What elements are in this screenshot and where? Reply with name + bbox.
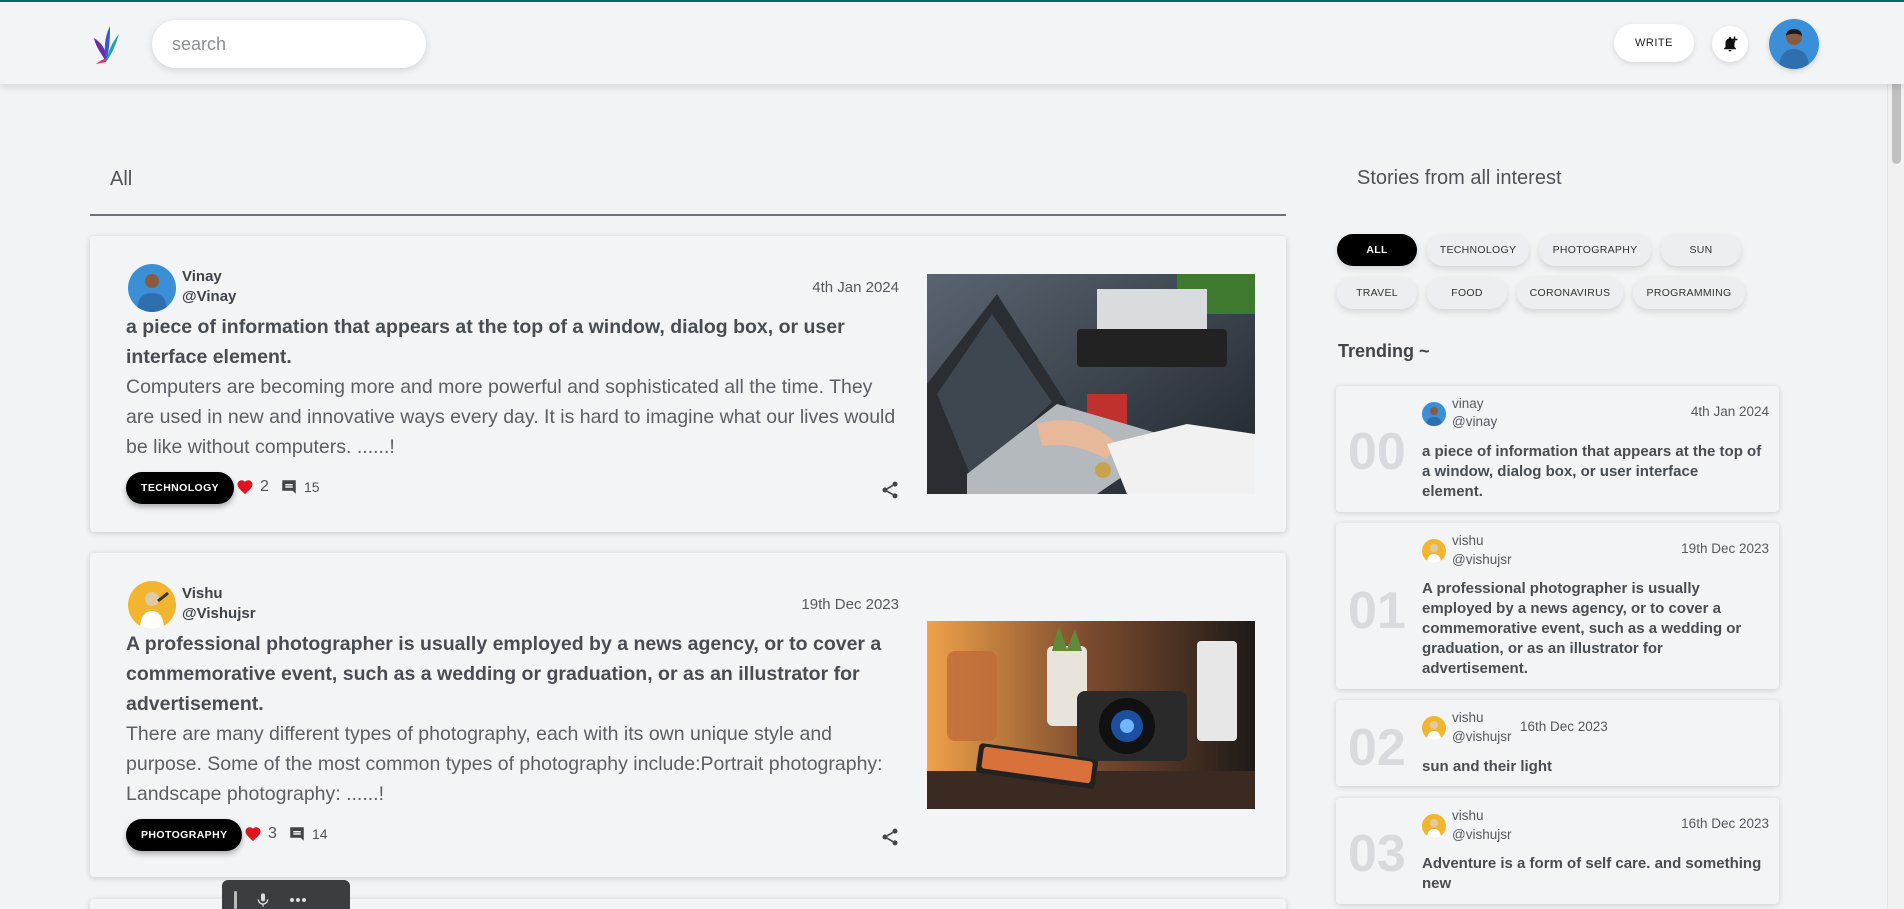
- comment-count-value: 14: [312, 826, 328, 842]
- comment-count-value: 15: [304, 479, 320, 495]
- post-title[interactable]: a piece of information that appears at t…: [126, 312, 896, 372]
- post-card[interactable]: Vishu @Vishujsr 19th Dec 2023 A professi…: [90, 553, 1286, 877]
- trending-author-handle: @vishujsr: [1452, 729, 1512, 744]
- post-tag[interactable]: TECHNOLOGY: [126, 472, 235, 504]
- trending-rank: 00: [1348, 423, 1406, 481]
- post-tag[interactable]: PHOTOGRAPHY: [126, 819, 243, 851]
- trending-date: 16th Dec 2023: [1681, 816, 1769, 831]
- user-avatar[interactable]: [1769, 19, 1819, 69]
- post-image[interactable]: [927, 621, 1255, 809]
- camera-photo: [927, 621, 1255, 809]
- share-icon[interactable]: [880, 827, 900, 847]
- page-scrollbar[interactable]: [1887, 2, 1904, 909]
- author-avatar[interactable]: [128, 264, 176, 312]
- trending-date: 16th Dec 2023: [1520, 719, 1608, 734]
- author-name[interactable]: Vinay: [182, 268, 222, 285]
- trending-rank: 03: [1348, 825, 1406, 883]
- trending-author-name[interactable]: vishu: [1452, 710, 1484, 725]
- author-handle: @Vishujsr: [182, 605, 256, 622]
- trending-author-name[interactable]: vinay: [1452, 396, 1484, 411]
- trending-author-handle: @vinay: [1452, 414, 1498, 429]
- top-header: WRITE: [0, 2, 1904, 84]
- post-card[interactable]: Vinay @Vinay 4th Jan 2024 a piece of inf…: [90, 236, 1286, 532]
- sidebar-title: Stories from all interest: [1357, 167, 1562, 189]
- like-count[interactable]: 3: [244, 825, 277, 843]
- post-date: 19th Dec 2023: [801, 596, 899, 613]
- feed-tab-label: All: [110, 168, 133, 190]
- comment-count[interactable]: 15: [280, 478, 320, 496]
- post-image[interactable]: [927, 274, 1255, 494]
- post-excerpt: Computers are becoming more and more pow…: [126, 376, 896, 458]
- chip-travel[interactable]: TRAVEL: [1337, 277, 1417, 309]
- chip-coronavirus[interactable]: CORONAVIRUS: [1517, 277, 1623, 309]
- trending-rank: 01: [1348, 582, 1406, 640]
- avatar-image: [1422, 539, 1446, 563]
- chip-programming[interactable]: PROGRAMMING: [1633, 277, 1745, 309]
- avatar-image: [1422, 402, 1446, 426]
- mic-icon[interactable]: [255, 891, 271, 909]
- trending-avatar[interactable]: [1422, 539, 1446, 563]
- author-name[interactable]: Vishu: [182, 585, 223, 602]
- share-icon[interactable]: [880, 480, 900, 500]
- avatar-image: [128, 264, 176, 312]
- heart-icon: [245, 827, 261, 842]
- comment-icon: [290, 827, 304, 841]
- trending-title[interactable]: A professional photographer is usually e…: [1422, 579, 1762, 679]
- avatar-image: [1422, 716, 1446, 740]
- trending-author-name[interactable]: vishu: [1452, 808, 1484, 823]
- trending-item[interactable]: 00 vinay @vinay 4th Jan 2024 a piece of …: [1336, 386, 1779, 512]
- trending-author-name[interactable]: vishu: [1452, 533, 1484, 548]
- trending-item[interactable]: 02 vishu @vishujsr 16th Dec 2023 sun and…: [1336, 700, 1779, 786]
- trending-author-handle: @vishujsr: [1452, 552, 1512, 567]
- trending-avatar[interactable]: [1422, 402, 1446, 426]
- trending-rank: 02: [1348, 719, 1406, 777]
- chip-technology[interactable]: TECHNOLOGY: [1427, 234, 1529, 266]
- trending-avatar[interactable]: [1422, 716, 1446, 740]
- feed-tab-all[interactable]: All: [90, 122, 1286, 216]
- drag-handle[interactable]: [234, 891, 237, 909]
- trending-date: 4th Jan 2024: [1690, 404, 1769, 419]
- search-input[interactable]: [152, 20, 426, 68]
- more-icon[interactable]: [289, 897, 307, 903]
- trending-item[interactable]: 01 vishu @vishujsr 19th Dec 2023 A profe…: [1336, 523, 1779, 689]
- trending-item[interactable]: 03 vishu @vishujsr 16th Dec 2023 Adventu…: [1336, 798, 1779, 904]
- chip-photography[interactable]: PHOTOGRAPHY: [1539, 234, 1651, 266]
- logo-icon[interactable]: [92, 24, 120, 64]
- author-avatar[interactable]: [128, 581, 176, 629]
- trending-title[interactable]: Adventure is a form of self care. and so…: [1422, 854, 1762, 894]
- trending-heading: Trending ~: [1338, 341, 1430, 361]
- avatar-image: [1422, 814, 1446, 838]
- comment-count[interactable]: 14: [288, 825, 328, 843]
- post-date: 4th Jan 2024: [812, 279, 899, 296]
- avatar-image: [128, 581, 176, 629]
- chip-sun[interactable]: SUN: [1661, 234, 1741, 266]
- laptop-photo: [927, 274, 1255, 494]
- trending-date: 19th Dec 2023: [1681, 541, 1769, 556]
- trending-avatar[interactable]: [1422, 814, 1446, 838]
- chip-all[interactable]: ALL: [1337, 234, 1417, 266]
- comment-icon: [282, 480, 296, 494]
- trending-title[interactable]: a piece of information that appears at t…: [1422, 442, 1762, 502]
- author-handle: @Vinay: [182, 288, 237, 305]
- floating-toolbar: [222, 880, 350, 909]
- avatar-image: [1769, 19, 1819, 69]
- heart-icon: [237, 480, 253, 495]
- trending-author-handle: @vishujsr: [1452, 827, 1512, 842]
- bell-plus-icon: [1724, 36, 1738, 52]
- post-title[interactable]: A professional photographer is usually e…: [126, 629, 896, 719]
- like-count-value: 2: [260, 478, 269, 495]
- trending-title[interactable]: sun and their light: [1422, 757, 1762, 777]
- post-excerpt: There are many different types of photog…: [126, 723, 883, 805]
- chip-food[interactable]: FOOD: [1427, 277, 1507, 309]
- like-count-value: 3: [268, 825, 277, 842]
- like-count[interactable]: 2: [236, 478, 269, 496]
- write-button[interactable]: WRITE: [1614, 24, 1694, 62]
- notification-button[interactable]: [1712, 26, 1748, 62]
